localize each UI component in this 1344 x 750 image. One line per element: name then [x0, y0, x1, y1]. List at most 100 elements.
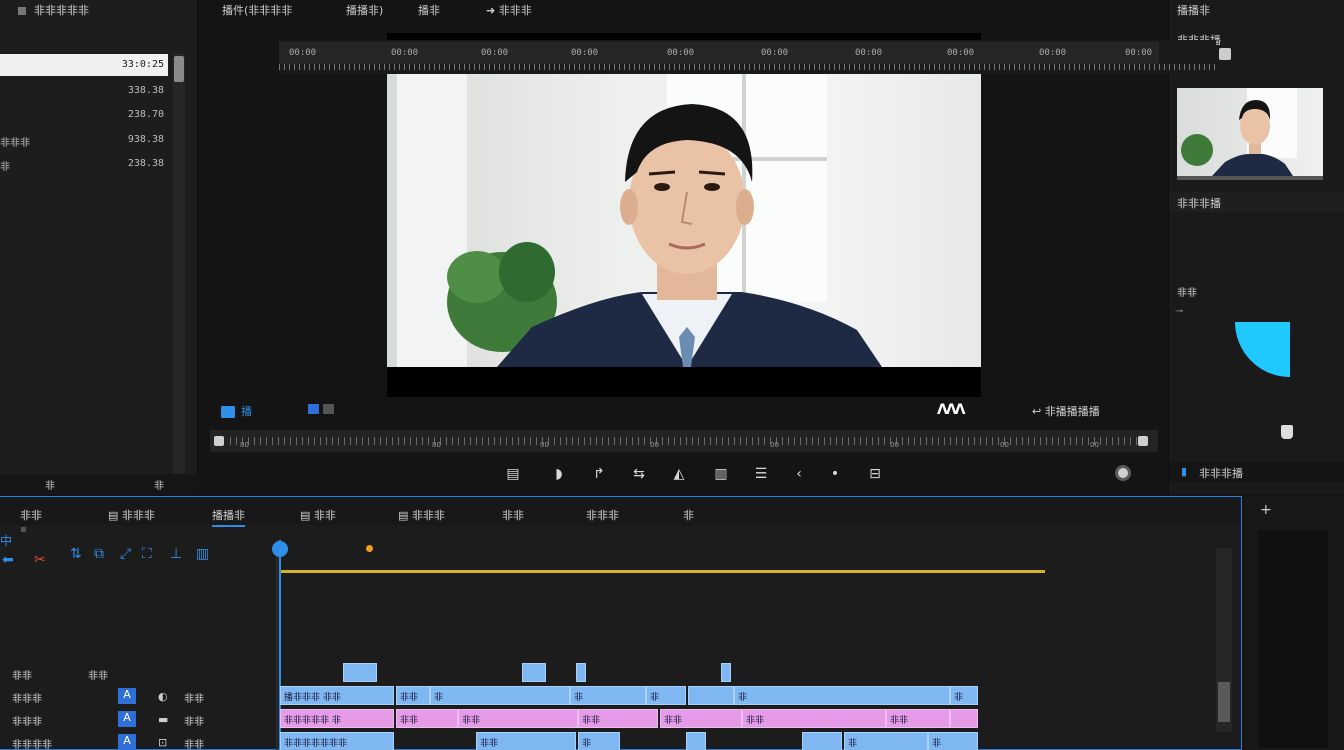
- dot-icon[interactable]: •: [826, 466, 844, 482]
- timeline-clip[interactable]: 非非: [458, 709, 578, 728]
- timeline-clip[interactable]: [576, 663, 586, 682]
- add-icon[interactable]: +: [1260, 502, 1272, 518]
- track-target-icon[interactable]: A: [118, 688, 136, 704]
- preview-menu-item[interactable]: 播播非): [346, 2, 383, 18]
- timeline-clip[interactable]: 非非非非非非非: [280, 732, 394, 750]
- timeline-clip[interactable]: 非: [570, 686, 646, 705]
- scrollbar-thumb[interactable]: [1218, 682, 1230, 722]
- trim-icon[interactable]: ◭: [670, 466, 688, 482]
- timeline-vertical-scrollbar[interactable]: [1216, 548, 1232, 732]
- visibility-icon[interactable]: ◐: [158, 690, 168, 703]
- timeline-clip[interactable]: [686, 732, 706, 750]
- track-target-icon[interactable]: A: [118, 734, 136, 750]
- inspector-footer-label: 非非非播: [1199, 467, 1243, 480]
- timeline-clip[interactable]: 非: [950, 686, 978, 705]
- audio-meter-icon[interactable]: ▥: [196, 546, 209, 562]
- playhead-handle[interactable]: [272, 541, 288, 557]
- color-wheel-handle[interactable]: [1281, 425, 1293, 439]
- media-row[interactable]: 非非非 938.38: [0, 129, 168, 151]
- ripple-tool-icon[interactable]: ⇅: [70, 546, 82, 562]
- export-frame-icon[interactable]: ⊟: [866, 466, 884, 482]
- timeline-clip[interactable]: [522, 663, 546, 682]
- track-header[interactable]: 非非非 A ▬ 非非: [0, 708, 275, 730]
- prev-marker-icon[interactable]: ◗: [550, 466, 568, 482]
- timeline-clip[interactable]: [343, 663, 377, 682]
- timeline-clip[interactable]: 非非: [396, 686, 430, 705]
- settings-icon[interactable]: [1115, 465, 1131, 481]
- timeline-clip[interactable]: 非非: [396, 709, 458, 728]
- timeline-clip[interactable]: 非非: [886, 709, 950, 728]
- preview-menu-item[interactable]: ➜ 非非非: [486, 2, 532, 18]
- media-row[interactable]: 338.38: [0, 80, 168, 102]
- preview-right-control[interactable]: ↩ 非播播播播: [1032, 403, 1100, 419]
- timeline-clip[interactable]: 非非非非非 非: [280, 709, 394, 728]
- video-preview[interactable]: [387, 33, 981, 397]
- lock-icon[interactable]: ▪: [20, 524, 27, 535]
- track-header[interactable]: 非非非 A ◐ 非非: [0, 685, 275, 707]
- preview-header: 播件(非非非非 播播非) 播非 ➜ 非非非: [200, 0, 1160, 22]
- tab-timeline-5[interactable]: 非非: [502, 507, 524, 523]
- razor-tool-icon[interactable]: ✂: [34, 552, 46, 568]
- timeline-clip[interactable]: 非: [928, 732, 978, 750]
- in-point-icon[interactable]: ↱: [590, 466, 608, 482]
- media-scrollbar[interactable]: [173, 54, 185, 474]
- timeline-clip[interactable]: 非非: [742, 709, 886, 728]
- ruler-label: 00:00: [289, 48, 317, 58]
- track-header[interactable]: 非非 非非: [0, 662, 275, 684]
- track-target-icon[interactable]: A: [118, 711, 136, 727]
- link-tool-icon[interactable]: ⤢: [120, 546, 131, 562]
- preview-menu-item[interactable]: 播非: [418, 2, 440, 18]
- timeline-clip[interactable]: 非: [844, 732, 928, 750]
- tab-timeline-1[interactable]: ▤ 非非非: [108, 507, 155, 523]
- slip-tool-icon[interactable]: ⧉: [94, 546, 104, 562]
- select-tool-icon[interactable]: ⬅: [2, 552, 14, 568]
- media-duration: 338.38: [127, 85, 164, 96]
- snap-tool-icon[interactable]: ⛶: [142, 546, 152, 562]
- scrubber-start-handle[interactable]: [214, 436, 224, 446]
- frame-icon[interactable]: ▤: [504, 466, 522, 482]
- track-header[interactable]: 非非非非 A ⊡ 非非: [0, 731, 275, 750]
- timeline-clip[interactable]: 非非: [660, 709, 742, 728]
- tab-timeline-7[interactable]: 非: [683, 507, 694, 523]
- timeline-clip[interactable]: 非非: [578, 709, 658, 728]
- timeline-settings-icon[interactable]: [1219, 48, 1231, 60]
- menu-icon[interactable]: ☰: [752, 466, 770, 482]
- mode-icon[interactable]: 中: [0, 532, 12, 549]
- timeline-clip[interactable]: 非: [430, 686, 570, 705]
- timeline-clip[interactable]: [802, 732, 842, 750]
- track-divider: [276, 540, 278, 750]
- toggle-icon[interactable]: [308, 404, 319, 414]
- grid-icon[interactable]: ▥: [712, 466, 730, 482]
- tab-timeline-6[interactable]: 非非非: [586, 507, 619, 523]
- timeline-clip[interactable]: 非: [734, 686, 950, 705]
- media-panel: 非非非非非 33:0:25 338.38 238.70 非非非 938.38 非…: [0, 0, 198, 494]
- timeline-clip[interactable]: 非: [646, 686, 686, 705]
- tab-timeline-3[interactable]: ▤ 非非: [300, 507, 336, 523]
- timeline-clip[interactable]: [721, 663, 731, 682]
- preview-menu-item[interactable]: 播件(非非非非: [222, 2, 292, 18]
- waveform-icon[interactable]: ΛΛΛ: [937, 402, 965, 418]
- tab-timeline-0[interactable]: 非非: [20, 507, 42, 523]
- scrubber-end-handle[interactable]: [1138, 436, 1148, 446]
- clip-thumbnail[interactable]: [1177, 88, 1323, 176]
- step-back-icon[interactable]: ‹: [790, 466, 808, 482]
- timeline-clip[interactable]: [688, 686, 734, 705]
- sync-icon[interactable]: ⊡: [158, 736, 167, 749]
- toggle-icon[interactable]: [323, 404, 334, 414]
- timeline-clip[interactable]: [950, 709, 978, 728]
- media-row[interactable]: 33:0:25: [0, 54, 168, 76]
- preview-mode[interactable]: 播: [221, 403, 252, 419]
- timeline-ruler[interactable]: 00:00 00:00 00:00 00:00 00:00 00:00 00:0…: [279, 40, 1231, 74]
- timeline-clip[interactable]: 播非非非 非非: [280, 686, 394, 705]
- scrollbar-thumb[interactable]: [174, 56, 184, 82]
- tab-timeline-4[interactable]: ▤ 非非非: [398, 507, 445, 523]
- timeline-marker[interactable]: [366, 545, 373, 552]
- preview-scrubber[interactable]: 00 00 00 00 00 00 00 00: [210, 430, 1158, 452]
- timeline-clip[interactable]: 非: [578, 732, 620, 750]
- timeline-clip[interactable]: 非非: [476, 732, 576, 750]
- media-row[interactable]: 238.70: [0, 104, 168, 126]
- mute-icon[interactable]: ▬: [158, 713, 168, 726]
- marker-tool-icon[interactable]: ⊥: [170, 546, 182, 562]
- swap-icon[interactable]: ⇆: [630, 466, 648, 482]
- media-row[interactable]: 非 238.38: [0, 153, 168, 175]
